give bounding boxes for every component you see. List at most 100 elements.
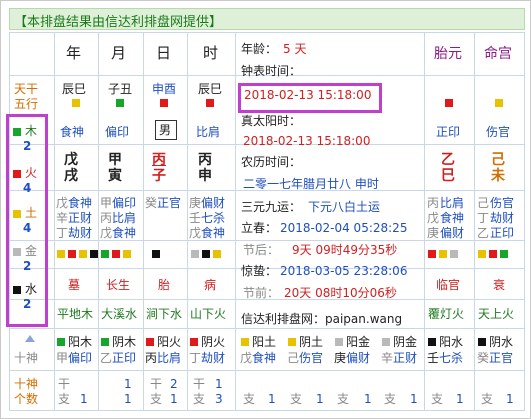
- lichun-label: 立春：: [241, 221, 278, 235]
- rc-zhi-b: 支: [290, 392, 303, 406]
- jiehou-value: 9天 09时49分35秒: [292, 243, 398, 257]
- ty-h0-gan: 丙: [427, 196, 440, 210]
- rb-a-yy: 阳土: [252, 335, 277, 349]
- count-label-shishen: 十神: [14, 377, 39, 391]
- dot: [478, 250, 486, 258]
- jieqian-value: 20天 08时10分06秒: [284, 286, 397, 300]
- day-gan: 丙: [152, 152, 166, 168]
- header-bar: 【本排盘结果由信达利排盘网提供】: [9, 8, 525, 30]
- wuxing-1-count: 4: [23, 181, 32, 195]
- col-month: 月: [111, 44, 127, 62]
- hidden-year-0-shen: 食神: [68, 196, 93, 210]
- mg-h1-shen: 劫财: [490, 211, 515, 225]
- jiehou-label: 节后：: [243, 243, 280, 257]
- rc-zhi-d: 支: [384, 392, 397, 406]
- stage-year: 墓: [68, 278, 81, 292]
- ty-h1-shen: 食神: [440, 211, 465, 225]
- count-hour-zhi: 3: [215, 392, 223, 406]
- rb-b-shen: 伤官: [299, 351, 324, 365]
- rb-e-gan: 壬: [427, 351, 440, 365]
- shishen-month: 偏印: [105, 125, 130, 139]
- metal-dot: [13, 248, 21, 256]
- hidden-day-0-gan: 癸: [145, 196, 158, 210]
- rc-e: 1: [456, 392, 464, 406]
- wuxing-dot: [206, 99, 214, 107]
- mg-h0-shen: 伤官: [490, 196, 515, 210]
- wuxing-2-count: 4: [23, 221, 32, 235]
- dot: [79, 250, 87, 258]
- rc-d: 1: [410, 392, 418, 406]
- header-text: 【本排盘结果由信达利排盘网提供】: [14, 15, 223, 30]
- wuxing-2-name: 土: [25, 206, 38, 220]
- rb-e-shen: 七杀: [439, 351, 464, 365]
- rb-f-shen: 正官: [489, 351, 514, 365]
- taiyuan-shishen: 正印: [436, 125, 461, 139]
- bottom-day-shen: 比肩: [157, 351, 182, 365]
- dot: [57, 250, 65, 258]
- dot: [445, 99, 453, 107]
- dot: [146, 338, 154, 346]
- rb-c-yy: 阳金: [346, 335, 371, 349]
- stage-hour: 病: [204, 278, 217, 292]
- count-zhi-label-2: 支: [150, 392, 163, 406]
- wuxing-0-name: 木: [25, 124, 38, 138]
- shishen-hour: 比肩: [196, 125, 221, 139]
- count-zhi-label-3: 支: [193, 392, 206, 406]
- rc-c: 1: [364, 392, 372, 406]
- hidden-hour-2-gan: 戊: [189, 226, 202, 240]
- rc-zhi-f: 支: [481, 392, 494, 406]
- hidden-year-2-gan: 丁: [56, 226, 69, 240]
- wuxing-0-count: 2: [23, 139, 32, 153]
- wuxing-3-count: 2: [23, 259, 32, 273]
- rb-b-yy: 阴土: [299, 335, 324, 349]
- dot: [382, 338, 390, 346]
- rb-a-shen: 食神: [252, 351, 277, 365]
- lunar-value: 二零一七年腊月廿八 申时: [243, 177, 379, 191]
- hidden-month-1-shen: 比肩: [112, 211, 137, 225]
- bottom-year-gan: 甲: [56, 351, 69, 365]
- grid-line: [98, 32, 99, 411]
- dot: [152, 250, 160, 258]
- minggong-nayin: 天上火: [478, 307, 515, 321]
- col-day: 日: [156, 44, 172, 62]
- dot: [439, 250, 447, 258]
- wuxing-4-count: 2: [23, 297, 32, 311]
- rb-c-gan: 庚: [334, 351, 347, 365]
- hidden-year-1-gan: 辛: [56, 211, 69, 225]
- hidden-day-0-shen: 正官: [157, 196, 182, 210]
- col-year: 年: [66, 44, 82, 62]
- taiyuan-stage: 临官: [436, 278, 461, 292]
- jingzhe-label: 惊蛰：: [241, 264, 278, 278]
- rc-zhi-c: 支: [337, 392, 350, 406]
- nayin-year: 平地木: [57, 307, 94, 321]
- count-gan-label-3: 干: [193, 377, 206, 391]
- wuxing-dot: [116, 99, 124, 107]
- rb-d-gan: 辛: [381, 351, 394, 365]
- nayin-month: 大溪水: [101, 307, 138, 321]
- dot: [288, 338, 296, 346]
- hidden-month-0-shen: 偏印: [112, 196, 137, 210]
- bottom-hour-yy: 阴火: [201, 335, 226, 349]
- rb-f-gan: 癸: [477, 351, 490, 365]
- stage-day: 胎: [158, 278, 171, 292]
- rb-d-yy: 阴金: [393, 335, 418, 349]
- rb-a-gan: 戊: [240, 351, 253, 365]
- count-day-zhi: 1: [170, 392, 178, 406]
- jieqian-label: 节前：: [243, 286, 280, 300]
- clock-label: 钟表时间：: [241, 64, 302, 78]
- day-zhi: 子: [152, 168, 166, 184]
- dot: [495, 99, 503, 107]
- rc-f: 1: [506, 392, 514, 406]
- count-zhi-label: 支: [58, 392, 71, 406]
- grid-line: [9, 370, 525, 371]
- dot: [241, 338, 249, 346]
- bottom-day-gan: 丙: [145, 351, 158, 365]
- month-gan: 甲: [108, 152, 122, 168]
- grid-line: [235, 32, 236, 411]
- earth-dot: [13, 210, 21, 218]
- bottom-shishen-label: 十神: [14, 351, 39, 365]
- gender-label: 男: [159, 123, 172, 137]
- hidden-hour-2-shen: 食神: [201, 226, 226, 240]
- dot: [428, 250, 436, 258]
- label-wuxing: 五行: [14, 97, 39, 111]
